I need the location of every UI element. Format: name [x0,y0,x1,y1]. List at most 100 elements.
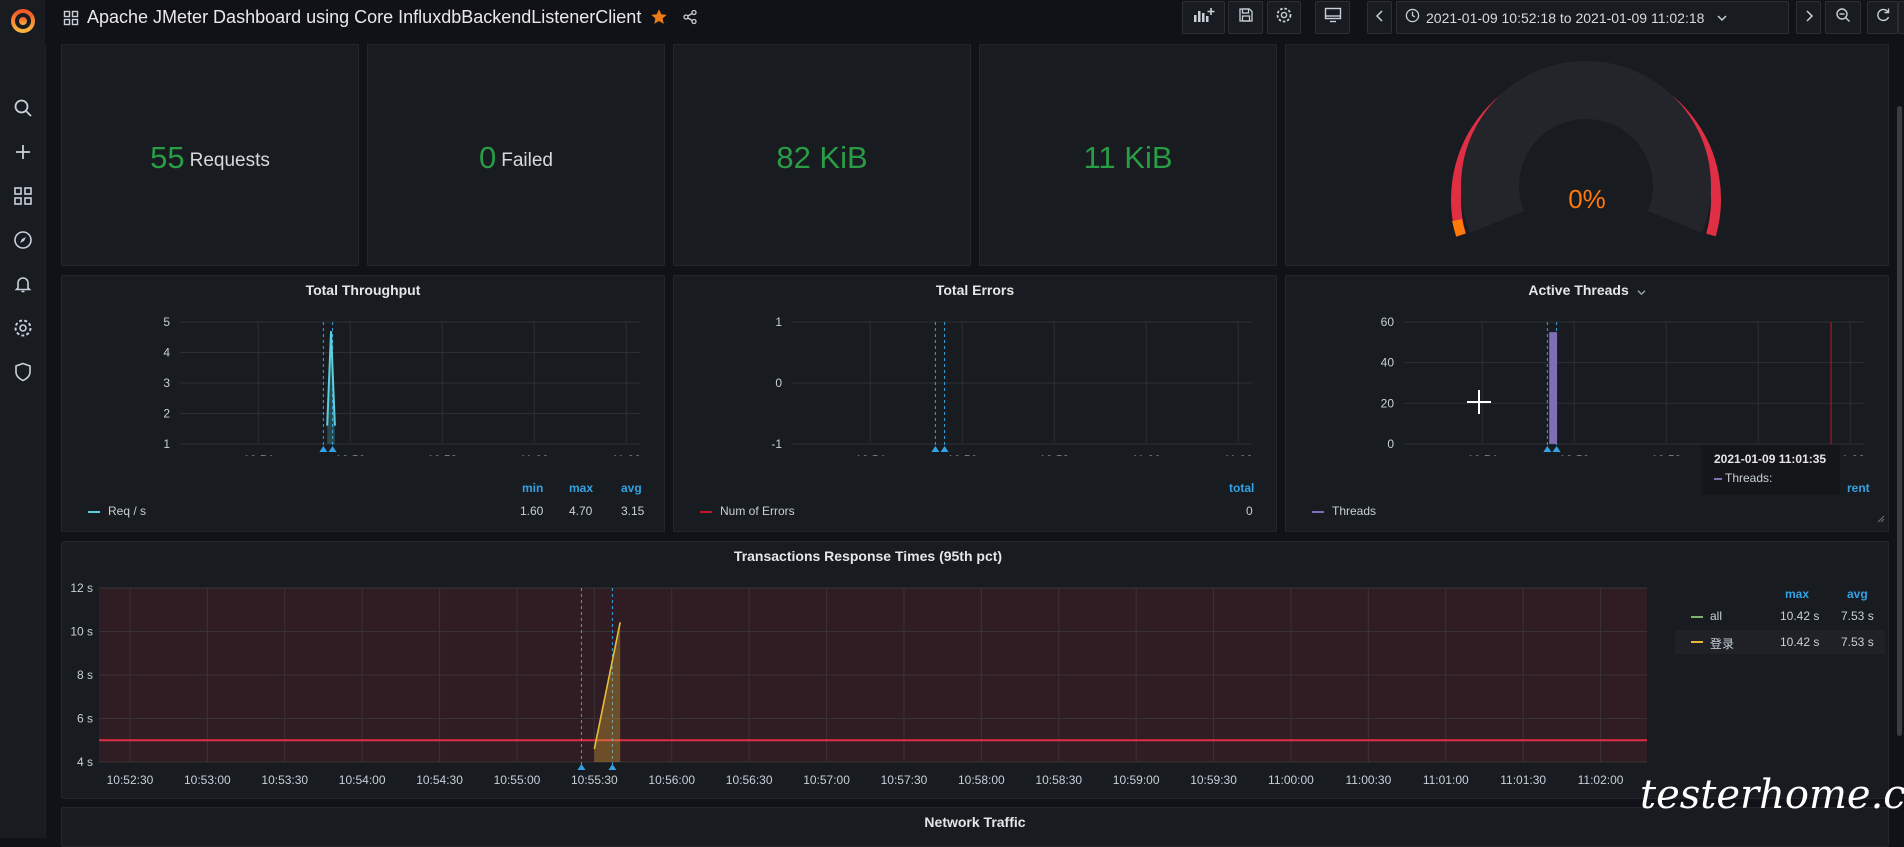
legend-row-login[interactable]: 登录 10.42 s 7.53 s [1675,630,1885,654]
explore-icon[interactable] [0,226,45,254]
legend-header-current[interactable]: rent [1847,481,1870,495]
x-tick-label: 11:01:00 [1423,773,1469,787]
thread-bar [1553,332,1558,444]
y-tick-label: -1 [771,437,782,451]
y-tick-label: 4 [163,346,170,360]
x-tick-label: 10:54:00 [339,773,386,787]
legend-series-swatch[interactable] [1691,641,1703,643]
time-back-button[interactable] [1367,1,1392,34]
share-icon[interactable] [682,9,698,30]
x-tick-label: 10:54 [855,453,885,456]
stat-label: Requests [189,149,270,171]
x-tick-label: 10:52:30 [107,773,154,787]
x-tick-label: 10:58 [1651,453,1681,456]
legend-header-avg[interactable]: avg [621,481,642,495]
dashboard-title[interactable]: Apache JMeter Dashboard using Core Influ… [87,7,641,28]
time-range-picker[interactable]: 2021-01-09 10:52:18 to 2021-01-09 11:02:… [1396,1,1789,34]
stat-panel-failed[interactable]: 0 Failed [367,44,665,266]
annotation-marker [931,446,940,452]
x-tick-label: 10:56 [947,453,977,456]
legend-min-value: 1.60 [520,504,544,518]
response-times-chart[interactable]: 4 s 6 s 8 s 10 s 12 s 10:52:30 10:53:00 10:53:3… [62,542,1682,799]
y-tick-label: 20 [1381,396,1395,410]
time-range-text: 2021-01-09 10:52:18 to 2021-01-09 11:02:… [1426,9,1705,26]
legend-avg-value: 7.53 s [1841,635,1874,649]
legend-series-swatch[interactable] [1691,616,1703,618]
legend-max-value: 4.70 [569,504,593,518]
stat-panel-requests[interactable]: 55 Requests [61,44,359,266]
legend-header-avg[interactable]: avg [1847,587,1868,601]
legend-series-name[interactable]: Threads [1332,504,1376,518]
error-rate-gauge [1451,61,1721,237]
zoom-out-button[interactable] [1825,1,1861,34]
panel-network-traffic[interactable]: Network Traffic [61,807,1889,847]
legend-series-swatch[interactable] [1312,511,1324,513]
legend-series-name[interactable]: Req / s [108,504,146,518]
legend-series-name[interactable]: Num of Errors [720,504,795,518]
legend-total-value: 0 [1246,504,1253,518]
dashboard-settings-button[interactable] [1267,1,1301,34]
x-tick-label: 10:54:30 [416,773,463,787]
legend-series-swatch[interactable] [700,511,712,513]
plus-icon[interactable] [0,138,45,166]
dashboards-icon[interactable] [0,182,45,210]
y-tick-label: 3 [163,376,170,390]
top-bar: Apache JMeter Dashboard using Core Influ… [45,0,1904,46]
x-tick-label: 11:00:30 [1345,773,1391,787]
panel-response-times[interactable]: Transactions Response Times (95th pct) 4… [61,541,1889,799]
save-dashboard-button[interactable] [1228,1,1263,34]
gear-icon [1275,6,1293,29]
shield-icon[interactable] [0,358,45,386]
stat-value: 0 [479,140,497,175]
refresh-button[interactable] [1867,1,1898,34]
threads-chart[interactable]: 020406010:5410:5610:5811:0011:02 [1286,276,1889,456]
legend-series-swatch[interactable] [88,511,100,513]
x-tick-label: 10:58:30 [1035,773,1082,787]
legend-header-total[interactable]: total [1229,481,1254,495]
stat-value: 82 KiB [776,140,868,175]
search-icon[interactable] [0,94,45,122]
x-tick-label: 11:02:00 [1578,773,1624,787]
x-tick-label: 10:58 [1039,453,1069,456]
star-icon[interactable] [650,8,668,31]
throughput-chart[interactable]: 1 2 3 4 5 10:54 10:56 10:58 11:00 11:02 [62,276,665,456]
x-tick-label: 10:53:00 [184,773,231,787]
x-tick-label: 10:59:00 [1113,773,1160,787]
legend-max-value: 10.42 s [1780,609,1820,623]
page-scrollbar[interactable] [1897,106,1902,736]
legend-header-min[interactable]: min [522,481,543,495]
x-tick-label: 10:58:00 [958,773,1005,787]
x-tick-label: 11:02 [612,453,641,456]
panel-total-throughput[interactable]: Total Throughput 1234510:5410:5610:5811:… [61,275,665,532]
stat-value: 55 [150,140,185,175]
y-tick-label: 12 s [70,581,93,595]
configuration-icon[interactable] [0,314,45,342]
legend-header-max[interactable]: max [1785,587,1809,601]
legend-row-all[interactable]: all 10.42 s 7.53 s [1675,606,1885,626]
x-tick-label: 10:56:00 [648,773,695,787]
legend-header-max[interactable]: max [569,481,593,495]
dashboard-grid-icon[interactable] [63,10,79,31]
stat-panel-sent-bytes[interactable]: 11 KiB [979,44,1277,266]
panel-total-errors[interactable]: Total Errors -10110:5410:5610:5811:0011:… [673,275,1277,532]
alerting-icon[interactable] [0,270,45,298]
x-tick-label: 10:56 [1559,453,1589,456]
x-tick-label: 11:00:00 [1268,773,1314,787]
add-panel-button[interactable] [1182,1,1225,34]
time-forward-button[interactable] [1796,1,1821,34]
grafana-logo-icon[interactable] [0,4,45,38]
annotation-marker [1552,446,1561,452]
crosshair-cursor-icon [1466,389,1492,420]
stat-panel-received-bytes[interactable]: 82 KiB [673,44,971,266]
panel-title[interactable]: Network Traffic [62,814,1888,830]
resize-handle-icon[interactable] [1877,510,1885,528]
tv-mode-button[interactable] [1315,1,1350,34]
legend-avg-value: 7.53 s [1841,609,1874,623]
legend-series-name[interactable]: all [1710,609,1722,623]
gauge-panel-error-rate[interactable]: 0% [1285,44,1889,266]
refresh-icon [1875,7,1891,28]
refresh-interval-dropdown[interactable] [1898,1,1904,34]
y-tick-label: 4 s [77,755,93,769]
errors-chart[interactable]: -1 0 1 10:54 10:56 10:58 11:00 11:02 [674,276,1277,456]
legend-series-name[interactable]: 登录 [1710,635,1734,652]
